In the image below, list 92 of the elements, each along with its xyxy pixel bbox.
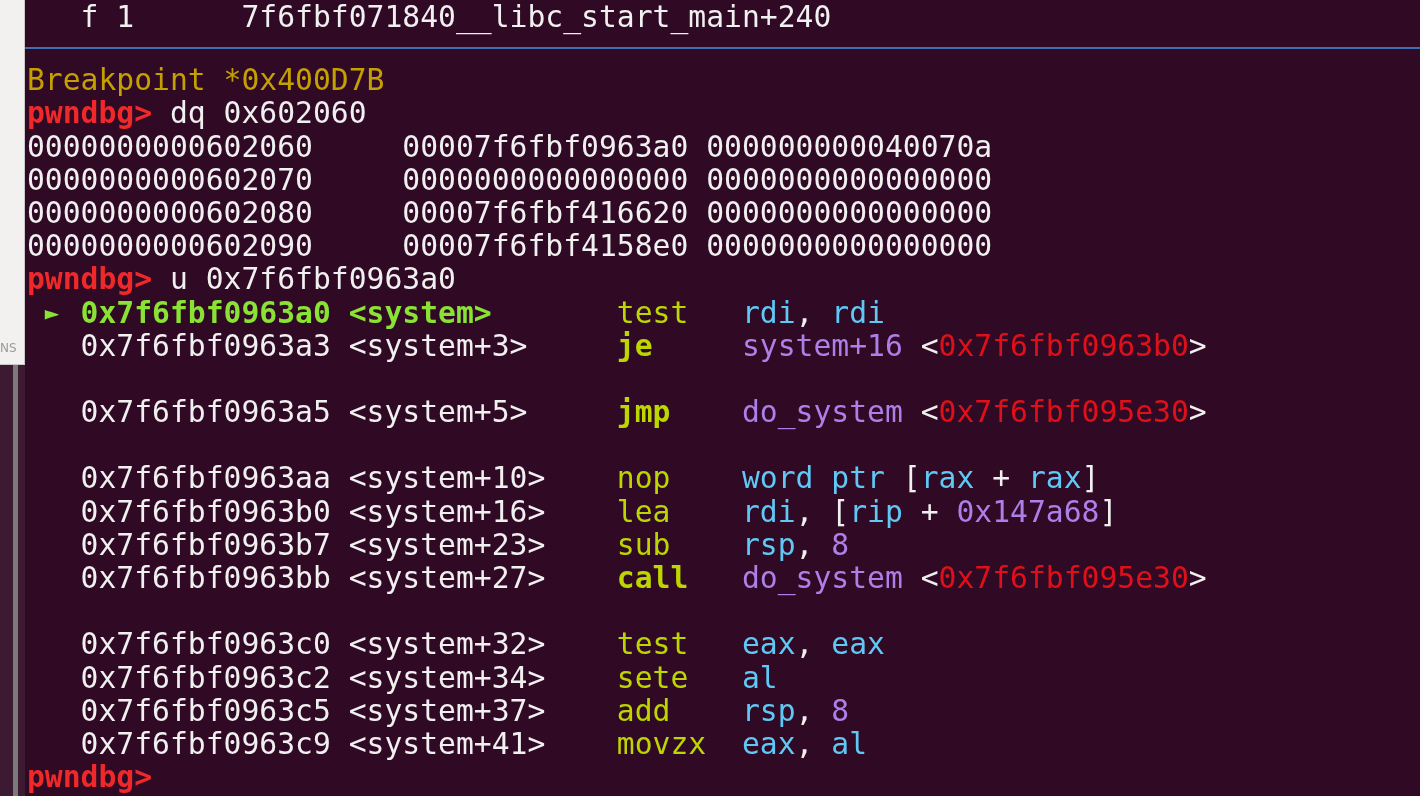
register-text: al xyxy=(741,660,778,694)
mnemonic: add xyxy=(616,692,671,728)
memory-address: 0000000000602060 xyxy=(27,129,314,163)
memory-address: 0000000000602070 xyxy=(27,162,314,196)
instruction-address: 0x7f6fbf0963a5 xyxy=(80,394,331,430)
memory-value: 00007f6fbf4158e0 xyxy=(402,229,690,263)
breakpoint-message: Breakpoint *0x400D7B xyxy=(27,63,385,97)
instruction-address: 0x7f6fbf0963b7 xyxy=(80,526,331,562)
memory-value: 0000000000000000 xyxy=(706,229,994,263)
punctuation-text: ] xyxy=(1081,461,1100,495)
register-text: rdi xyxy=(741,295,796,329)
instruction-symbol: <system> xyxy=(348,294,492,330)
instruction-address: 0x7f6fbf0963c5 xyxy=(80,692,331,728)
punctuation-text: , [ xyxy=(795,494,850,528)
punctuation-text: > xyxy=(1188,328,1207,362)
mnemonic: nop xyxy=(616,460,671,496)
register-text: rdi xyxy=(831,295,885,329)
current-instruction-marker: ► xyxy=(44,299,60,327)
punctuation-text: , xyxy=(795,527,815,561)
register-text: rdi xyxy=(741,494,796,528)
register-text: word ptr xyxy=(741,461,885,495)
instruction-address: 0x7f6fbf0963bb xyxy=(80,560,331,595)
register-text: rax xyxy=(920,461,975,495)
register-text: eax xyxy=(741,627,796,661)
frame-address: 7f6fbf071840 xyxy=(241,0,456,34)
memory-value: 0000000000000000 xyxy=(706,162,994,196)
memory-value: 00007f6fbf416620 xyxy=(402,195,690,230)
instruction-symbol: <system+34> xyxy=(348,659,546,695)
symbol-text: do_system xyxy=(741,561,903,595)
memory-address: 0000000000602090 xyxy=(27,229,314,263)
command-text: dq 0x602060 xyxy=(170,96,367,130)
mnemonic: sub xyxy=(616,526,671,562)
memory-address: 0000000000602080 xyxy=(27,195,314,230)
instruction-symbol: <system+10> xyxy=(348,460,546,496)
memory-value: 0000000000000000 xyxy=(402,162,690,196)
symbol-text: do_system xyxy=(741,395,903,429)
instruction-address: 0x7f6fbf0963c0 xyxy=(80,626,331,662)
punctuation-text: + xyxy=(991,461,1012,495)
register-text: rax xyxy=(1027,461,1082,495)
mnemonic: test xyxy=(616,626,689,662)
symbol-text: 8 xyxy=(831,527,850,561)
mnemonic: je xyxy=(616,327,653,363)
prompt: pwndbg> xyxy=(27,760,153,794)
instruction-address: 0x7f6fbf0963a3 xyxy=(80,327,331,363)
symbol-text: 8 xyxy=(831,693,850,727)
register-text: al xyxy=(831,726,868,761)
symbol-text: system+16 xyxy=(741,328,903,362)
frame-number: f 1 xyxy=(80,0,136,34)
punctuation-text: , xyxy=(795,726,815,761)
register-text: rip xyxy=(849,494,903,528)
prompt: pwndbg> xyxy=(27,262,153,296)
punctuation-text: < xyxy=(919,395,939,429)
mnemonic: sete xyxy=(616,659,689,695)
command-text: u 0x7f6fbf0963a0 xyxy=(170,262,456,296)
mnemonic: test xyxy=(616,294,689,330)
instruction-address: 0x7f6fbf0963b0 xyxy=(80,493,331,529)
prompt: pwndbg> xyxy=(27,96,153,130)
window-text: NS xyxy=(0,340,17,356)
address-text: 0x7f6fbf095e30 xyxy=(938,395,1189,429)
instruction-symbol: <system+32> xyxy=(348,626,546,662)
frame-symbol: __libc_start_main+240 xyxy=(455,0,832,34)
punctuation-text: > xyxy=(1188,395,1207,429)
instruction-address: 0x7f6fbf0963aa xyxy=(80,460,331,496)
punctuation-text: ] xyxy=(1099,494,1118,528)
address-text: 0x7f6fbf0963b0 xyxy=(938,328,1189,362)
punctuation-text: , xyxy=(795,693,815,727)
memory-value: 000000000040070a xyxy=(706,129,994,163)
punctuation-text: , xyxy=(795,295,815,329)
punctuation-text: + xyxy=(919,494,940,528)
instruction-address: 0x7f6fbf0963a0 xyxy=(80,294,331,330)
punctuation-text: > xyxy=(1188,561,1207,595)
mnemonic: jmp xyxy=(616,394,671,430)
address-text: 0x7f6fbf095e30 xyxy=(938,561,1189,595)
register-text: eax xyxy=(831,627,885,661)
instruction-symbol: <system+16> xyxy=(348,493,546,529)
instruction-address: 0x7f6fbf0963c9 xyxy=(80,725,331,761)
symbol-text: 0x147a68 xyxy=(956,494,1100,528)
memory-value: 00007f6fbf0963a0 xyxy=(402,129,690,163)
register-text: eax xyxy=(741,726,796,761)
mnemonic: movzx xyxy=(616,725,707,761)
punctuation-text: , xyxy=(795,627,815,661)
register-text: rsp xyxy=(741,527,796,561)
instruction-symbol: <system+5> xyxy=(348,394,528,430)
punctuation-text: < xyxy=(919,328,939,362)
mnemonic: lea xyxy=(616,493,671,529)
register-text: rsp xyxy=(741,693,796,727)
mnemonic: call xyxy=(616,560,689,595)
memory-value: 0000000000000000 xyxy=(706,195,994,230)
instruction-symbol: <system+27> xyxy=(348,560,546,595)
instruction-address: 0x7f6fbf0963c2 xyxy=(80,659,331,695)
punctuation-text: [ xyxy=(901,461,921,495)
punctuation-text: < xyxy=(919,561,939,595)
